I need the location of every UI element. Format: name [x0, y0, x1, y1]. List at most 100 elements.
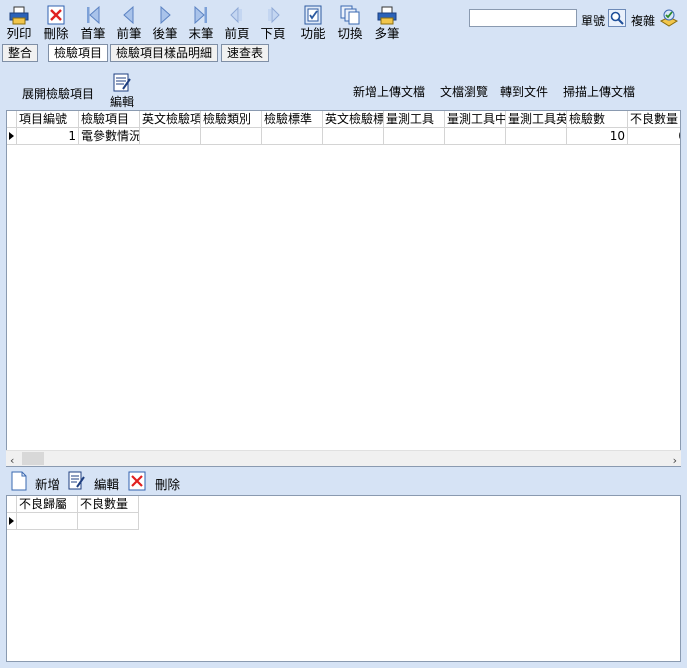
next-record-button[interactable]: 後筆	[148, 4, 182, 42]
prev-page-button[interactable]: 前頁	[220, 4, 254, 42]
main-table-cell[interactable]: 1	[17, 128, 79, 145]
delete-button[interactable]: 刪除	[39, 4, 73, 42]
header-indicator-cell	[7, 111, 17, 128]
search-icon	[608, 9, 626, 27]
delete-row-label: 刪除	[155, 477, 181, 492]
go-to-document-button[interactable]: 轉到文件	[500, 83, 548, 100]
prev-page-label: 前頁	[224, 26, 250, 41]
main-table-cell[interactable]	[323, 128, 384, 145]
tab-quick-lookup[interactable]: 速查表	[221, 44, 270, 62]
row-indicator[interactable]	[7, 513, 17, 530]
function-button[interactable]: 功能	[296, 4, 330, 42]
main-table-cell[interactable]: 10	[567, 128, 628, 145]
next-page-button[interactable]: 下頁	[256, 4, 290, 42]
scrollbar-thumb[interactable]	[22, 452, 44, 465]
prev-page-icon	[230, 6, 242, 24]
add-button[interactable]: 新增	[10, 470, 65, 492]
printer-icon	[9, 6, 29, 25]
next-record-icon	[160, 5, 171, 25]
row-indicator[interactable]	[7, 128, 17, 145]
current-row-arrow-icon	[9, 132, 14, 140]
edit-icon	[68, 471, 85, 490]
current-row-arrow-icon	[9, 517, 14, 525]
function-label: 功能	[300, 26, 326, 41]
tab-inspection-items[interactable]: 檢驗項目	[48, 44, 109, 62]
main-column-header[interactable]: 檢驗項目	[79, 111, 140, 128]
scroll-left-arrow-icon[interactable]: ‹	[10, 454, 14, 467]
main-table-cell[interactable]	[201, 128, 262, 145]
sub-column-header[interactable]: 不良歸屬	[17, 496, 78, 513]
delete-row-button[interactable]: 刪除	[127, 470, 187, 492]
tab-inspection-sample-details[interactable]: 檢驗項目樣品明細	[110, 44, 219, 62]
next-page-label: 下頁	[260, 26, 286, 41]
tab-integration[interactable]: 整合	[2, 44, 39, 62]
delete-icon	[128, 471, 146, 491]
first-record-button[interactable]: 首筆	[76, 4, 110, 42]
main-column-header[interactable]: 檢驗標準	[262, 111, 323, 128]
main-table-cell[interactable]	[384, 128, 445, 145]
prev-record-label: 前筆	[116, 26, 142, 41]
main-column-header[interactable]: 量測工具英	[506, 111, 567, 128]
complex-search-icon	[659, 9, 679, 27]
last-record-button[interactable]: 末筆	[184, 4, 218, 42]
switch-icon	[340, 5, 360, 25]
sub-header-indicator-cell	[7, 496, 17, 513]
multi-record-button[interactable]: 多筆	[370, 4, 404, 42]
next-page-icon	[268, 6, 280, 24]
switch-button[interactable]: 切換	[333, 4, 367, 42]
main-table-cell[interactable]	[140, 128, 201, 145]
scan-upload-document-button[interactable]: 掃描上傳文檔	[563, 83, 635, 100]
add-label: 新增	[35, 477, 61, 492]
search-button[interactable]	[608, 9, 626, 27]
main-table-cell[interactable]: 0	[628, 128, 680, 145]
last-record-label: 末筆	[188, 26, 214, 41]
edit-button[interactable]: 編輯	[66, 470, 124, 492]
main-table-cell[interactable]	[262, 128, 323, 145]
delete-icon	[47, 5, 65, 25]
function-icon	[304, 5, 322, 25]
main-table-cell[interactable]	[445, 128, 506, 145]
print-button[interactable]: 列印	[2, 4, 36, 42]
scroll-right-arrow-icon[interactable]: ›	[673, 454, 677, 467]
document-browse-button[interactable]: 文檔瀏覽	[440, 83, 488, 100]
main-table-cell[interactable]	[506, 128, 567, 145]
main-column-header[interactable]: 英文檢驗標	[323, 111, 384, 128]
complex-search-button[interactable]	[658, 7, 680, 32]
expand-inspection-items-button[interactable]: 展開檢驗項目	[22, 85, 94, 102]
edit-action-button[interactable]: 編輯	[108, 73, 136, 109]
multi-record-label: 多筆	[374, 26, 400, 41]
main-column-header[interactable]: 量測工具中	[445, 111, 506, 128]
main-column-header[interactable]: 檢驗類別	[201, 111, 262, 128]
print-label: 列印	[6, 26, 32, 41]
app-window: 列印 刪除 首筆 前筆 後筆 末筆 前頁 下頁 功能 切換 多筆 單號 複雜 整…	[0, 0, 687, 668]
delete-label: 刪除	[43, 26, 69, 41]
order-number-search-input[interactable]	[469, 9, 577, 27]
sub-table-cell[interactable]	[17, 513, 78, 530]
complex-search-label: 複雜	[631, 14, 656, 28]
single-number-label: 單號	[581, 14, 606, 28]
prev-record-icon	[123, 5, 134, 25]
next-record-label: 後筆	[152, 26, 178, 41]
sub-column-header[interactable]: 不良數量	[78, 496, 139, 513]
add-upload-document-button[interactable]: 新增上傳文檔	[353, 83, 425, 100]
main-table-cell[interactable]: 電參數情況	[79, 128, 140, 145]
defect-attribution-grid[interactable]: 不良歸屬 不良數量	[6, 495, 681, 662]
new-document-icon	[11, 471, 27, 491]
switch-label: 切換	[337, 26, 363, 41]
last-record-icon	[194, 5, 207, 25]
main-column-header[interactable]: 項目編號	[17, 111, 79, 128]
edit-icon	[113, 73, 131, 92]
edit-label: 編輯	[94, 477, 120, 492]
main-column-header[interactable]: 英文檢驗項	[140, 111, 201, 128]
first-record-label: 首筆	[80, 26, 106, 41]
edit-action-label: 編輯	[110, 95, 135, 109]
first-record-icon	[87, 5, 100, 25]
main-column-header[interactable]: 不良數量	[628, 111, 680, 128]
horizontal-scrollbar[interactable]: ‹ ›	[6, 450, 681, 467]
sub-table-cell[interactable]	[78, 513, 139, 530]
prev-record-button[interactable]: 前筆	[112, 4, 146, 42]
main-column-header[interactable]: 檢驗數	[567, 111, 628, 128]
multi-record-icon	[377, 6, 397, 25]
main-column-header[interactable]: 量測工具	[384, 111, 445, 128]
inspection-items-grid[interactable]: 項目編號 檢驗項目 英文檢驗項 檢驗類別 檢驗標準 英文檢驗標 量測工具 量測工具中 量測工具英…	[6, 110, 681, 467]
